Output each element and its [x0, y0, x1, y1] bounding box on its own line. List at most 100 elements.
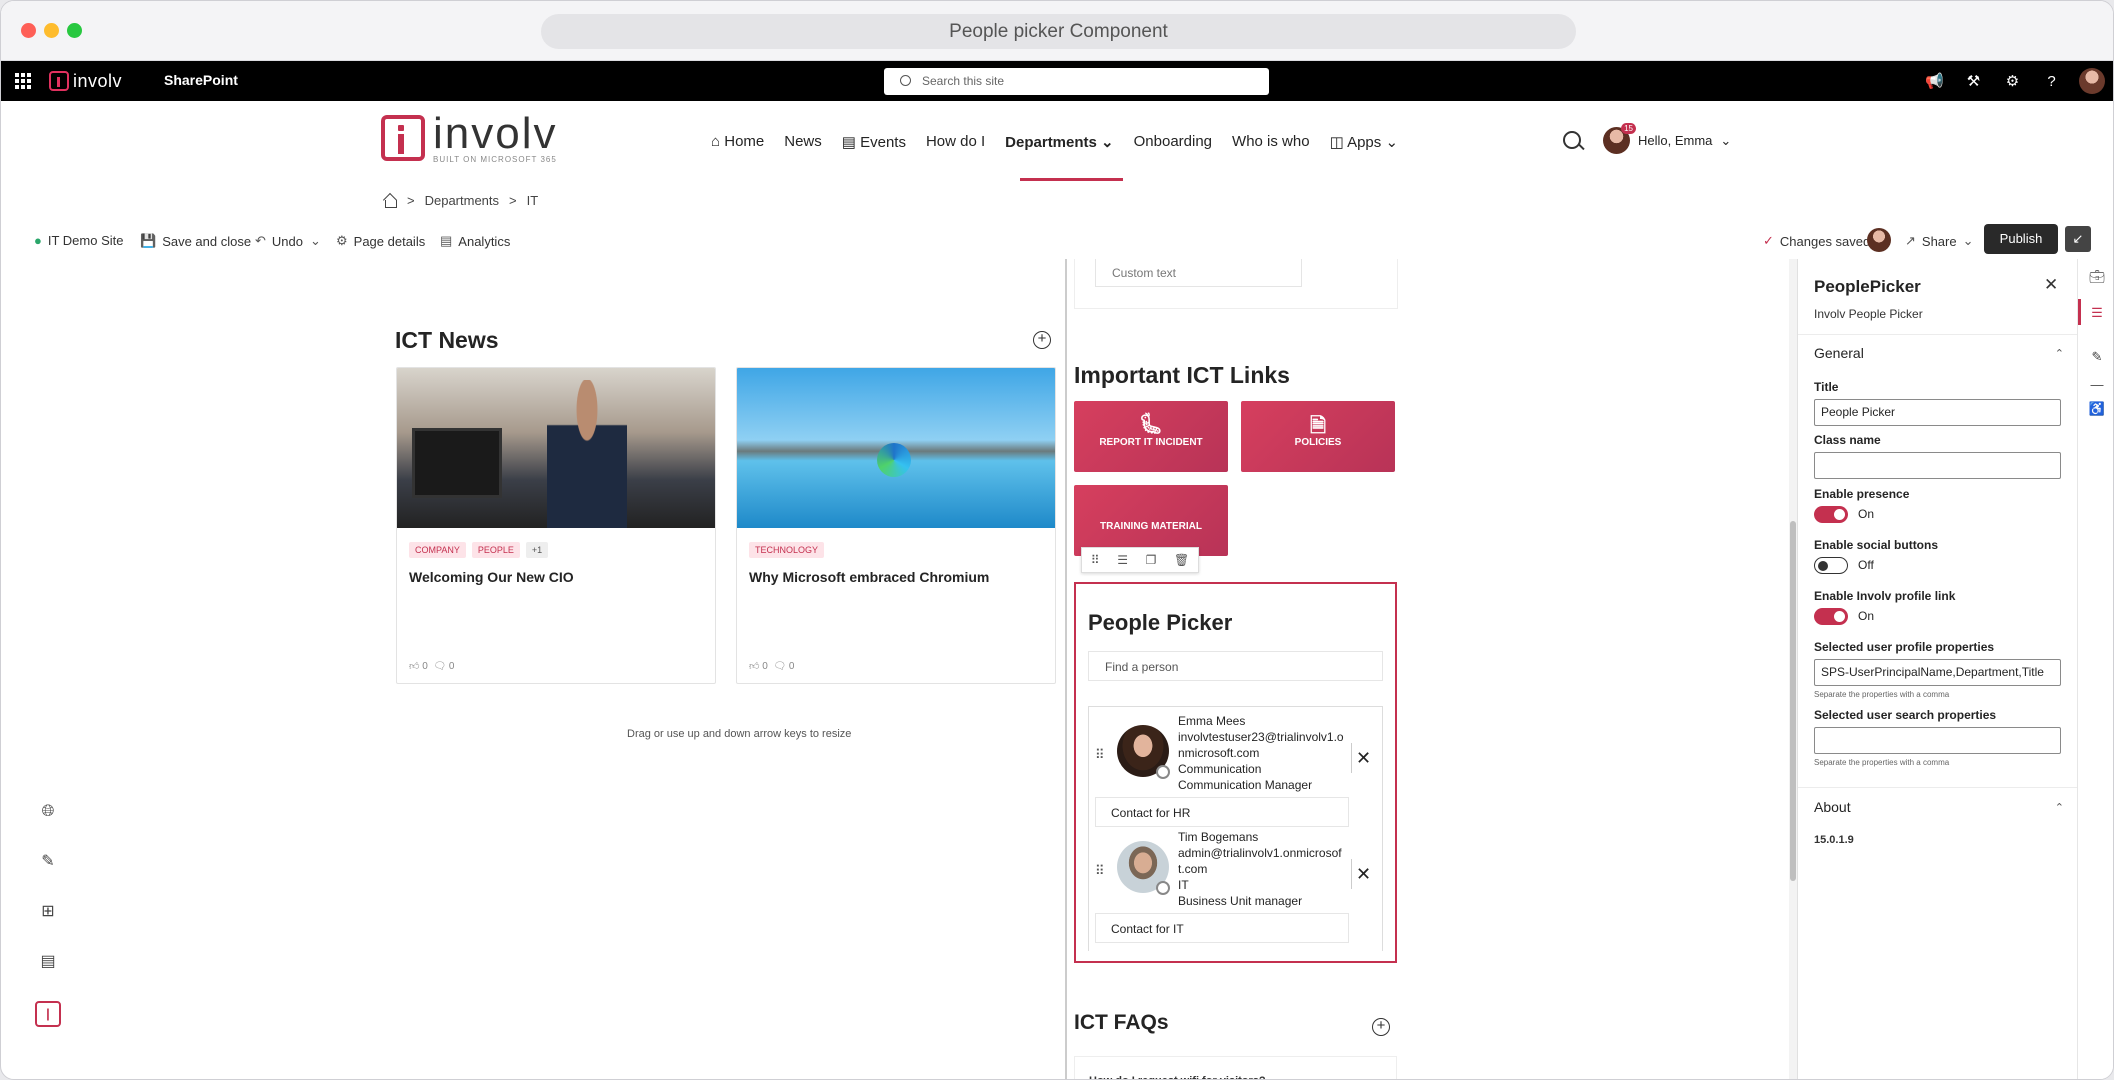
- help-icon[interactable]: ?: [2032, 73, 2071, 90]
- apps-icon: ◫: [1329, 134, 1348, 151]
- undo-dropdown[interactable]: ⌄: [310, 233, 321, 249]
- active-nav-indicator: [1020, 178, 1123, 181]
- link-tile-training[interactable]: TRAINING MATERIAL: [1074, 485, 1228, 556]
- general-group-header[interactable]: General ⌃: [1814, 345, 2064, 361]
- schedule-icon[interactable]: ▤: [37, 951, 59, 973]
- profile-link-label: Enable Involv profile link: [1814, 589, 1956, 603]
- breadcrumb-departments[interactable]: Departments: [425, 193, 499, 208]
- person-contact-field[interactable]: Contact for IT: [1095, 913, 1349, 943]
- add-section-button[interactable]: +: [1033, 331, 1051, 349]
- editor-avatar[interactable]: [1867, 228, 1891, 252]
- suite-logo[interactable]: involv: [49, 69, 122, 93]
- nav-departments[interactable]: Departments ⌄: [995, 129, 1123, 155]
- address-bar[interactable]: People picker Component: [541, 14, 1576, 49]
- duplicate-icon[interactable]: ❐: [1146, 553, 1157, 567]
- resize-hint: Drag or use up and down arrow keys to re…: [627, 728, 852, 740]
- accessibility-icon[interactable]: ♿: [2088, 401, 2106, 417]
- close-icon[interactable]: ✕: [2044, 275, 2058, 295]
- suite-app-name[interactable]: SharePoint: [164, 72, 238, 88]
- news-card-title: Welcoming Our New CIO: [409, 569, 574, 585]
- column-resize-handle[interactable]: [1065, 259, 1067, 1079]
- social-toggle[interactable]: [1814, 557, 1848, 574]
- design-icon[interactable]: ✎: [2088, 349, 2106, 365]
- edit-properties-icon[interactable]: ☰: [1117, 553, 1128, 567]
- app-launcher-icon[interactable]: [15, 73, 31, 89]
- header-search-icon[interactable]: [1563, 131, 1581, 149]
- home-icon[interactable]: [383, 194, 397, 208]
- nav-onboarding[interactable]: Onboarding: [1124, 129, 1222, 155]
- translate-icon[interactable]: 🌐︎: [37, 801, 59, 823]
- analytics-button[interactable]: ▤ Analytics: [440, 233, 510, 249]
- presence-toggle[interactable]: [1814, 506, 1848, 523]
- news-tag[interactable]: COMPANY: [409, 542, 466, 558]
- nav-how-do-i[interactable]: How do I: [916, 129, 995, 155]
- people-picker-title: People Picker: [1088, 610, 1233, 635]
- delete-icon[interactable]: 🗑︎: [1174, 553, 1189, 567]
- maximize-window-button[interactable]: [67, 23, 82, 38]
- search-props-input[interactable]: [1814, 727, 2061, 754]
- profile-link-toggle[interactable]: [1814, 608, 1848, 625]
- link-tile-report-incident[interactable]: 🐛︎ REPORT IT INCIDENT: [1074, 401, 1228, 472]
- site-link[interactable]: ● IT Demo Site: [34, 233, 123, 248]
- properties-icon[interactable]: ☰: [2088, 305, 2106, 321]
- news-card-stats: 👍︎ 0 🗨︎ 0: [409, 661, 455, 672]
- add-webpart-icon[interactable]: ⊞: [37, 901, 59, 923]
- custom-text-field[interactable]: Custom text: [1095, 259, 1302, 287]
- social-state: Off: [1858, 558, 1874, 572]
- news-tag[interactable]: PEOPLE: [471, 542, 520, 558]
- news-card[interactable]: COMPANY PEOPLE +1 Welcoming Our New CIO …: [396, 367, 716, 684]
- remove-person-icon[interactable]: ✕: [1351, 859, 1375, 889]
- gear-icon[interactable]: ⚙: [1993, 72, 2032, 90]
- links-title: Important ICT Links: [1074, 362, 1290, 388]
- nav-events[interactable]: ▤ Events: [832, 129, 916, 155]
- site-logo[interactable]: involv BUILT ON MICROSOFT 365: [381, 112, 558, 164]
- breadcrumb-it[interactable]: IT: [527, 193, 539, 208]
- megaphone-icon[interactable]: 📢: [1915, 72, 1954, 90]
- user-menu[interactable]: 15 Hello, Emma ⌄: [1603, 123, 1731, 154]
- minimize-window-button[interactable]: [44, 23, 59, 38]
- share-button[interactable]: ↗ Share ⌄: [1905, 233, 1974, 249]
- nav-apps[interactable]: ◫ Apps ⌄: [1320, 129, 1408, 155]
- find-person-input[interactable]: Find a person: [1088, 651, 1383, 681]
- people-picker-webpart[interactable]: People Picker Find a person ⠿ Emma Mees …: [1074, 582, 1397, 963]
- about-group-header[interactable]: About ⌃: [1814, 799, 2064, 815]
- save-close-button[interactable]: 💾 Save and close: [140, 233, 251, 249]
- drag-handle-icon[interactable]: ⠿: [1095, 863, 1105, 879]
- faq-item[interactable]: How do I request wifi for visitors?: [1074, 1056, 1397, 1079]
- toolbox-icon[interactable]: 💼︎: [2088, 269, 2106, 285]
- link-tile-policies[interactable]: 🗎︎ POLICIES: [1241, 401, 1395, 472]
- nav-who-is-who[interactable]: Who is who: [1222, 129, 1320, 155]
- involv-brand-icon[interactable]: |: [35, 1001, 61, 1027]
- news-tag-more[interactable]: +1: [525, 542, 549, 558]
- news-card[interactable]: TECHNOLOGY Why Microsoft embraced Chromi…: [736, 367, 1056, 684]
- faq-title: ICT FAQs: [1074, 1011, 1169, 1034]
- page-details-button[interactable]: ⚙ Page details: [336, 233, 425, 249]
- person-card: ⠿ Emma Mees involvtestuser23@trialinvolv…: [1089, 707, 1384, 827]
- search-icon: [900, 75, 911, 86]
- class-name-input[interactable]: [1814, 452, 2061, 479]
- add-faq-button[interactable]: +: [1372, 1018, 1390, 1036]
- nav-news[interactable]: News: [774, 129, 832, 155]
- canvas-scroll-thumb[interactable]: [1790, 521, 1796, 881]
- profile-props-input[interactable]: SPS-UserPrincipalName,Department,Title: [1814, 659, 2061, 686]
- close-window-button[interactable]: [21, 23, 36, 38]
- remove-person-icon[interactable]: ✕: [1351, 743, 1375, 773]
- logo-subtitle: BUILT ON MICROSOFT 365: [433, 155, 557, 164]
- news-tag[interactable]: TECHNOLOGY: [749, 542, 825, 558]
- drag-handle-icon[interactable]: ⠿: [1095, 747, 1105, 763]
- left-toolbox: 🌐︎ ✎ ⊞ ▤ |: [35, 801, 61, 1027]
- site-search-input[interactable]: Search this site: [884, 68, 1269, 95]
- share-network-icon[interactable]: ⚒: [1954, 72, 1993, 90]
- nav-home[interactable]: ⌂ Home: [701, 129, 774, 155]
- involv-logo-icon: [49, 71, 69, 91]
- suite-avatar[interactable]: [2079, 68, 2105, 94]
- publish-button[interactable]: Publish: [1984, 224, 2058, 254]
- profile-props-hint: Separate the properties with a comma: [1814, 690, 1950, 699]
- collapse-icon[interactable]: ↙: [2065, 226, 2091, 252]
- move-icon[interactable]: ⠿: [1091, 553, 1100, 567]
- person-card: ⠿ Tim Bogemans admin@trialinvolv1.onmicr…: [1089, 823, 1384, 943]
- comment-icon: 🗨︎: [433, 661, 447, 672]
- title-input[interactable]: People Picker: [1814, 399, 2061, 426]
- undo-button[interactable]: ↶ Undo: [255, 233, 303, 249]
- edit-page-icon[interactable]: ✎: [37, 851, 59, 873]
